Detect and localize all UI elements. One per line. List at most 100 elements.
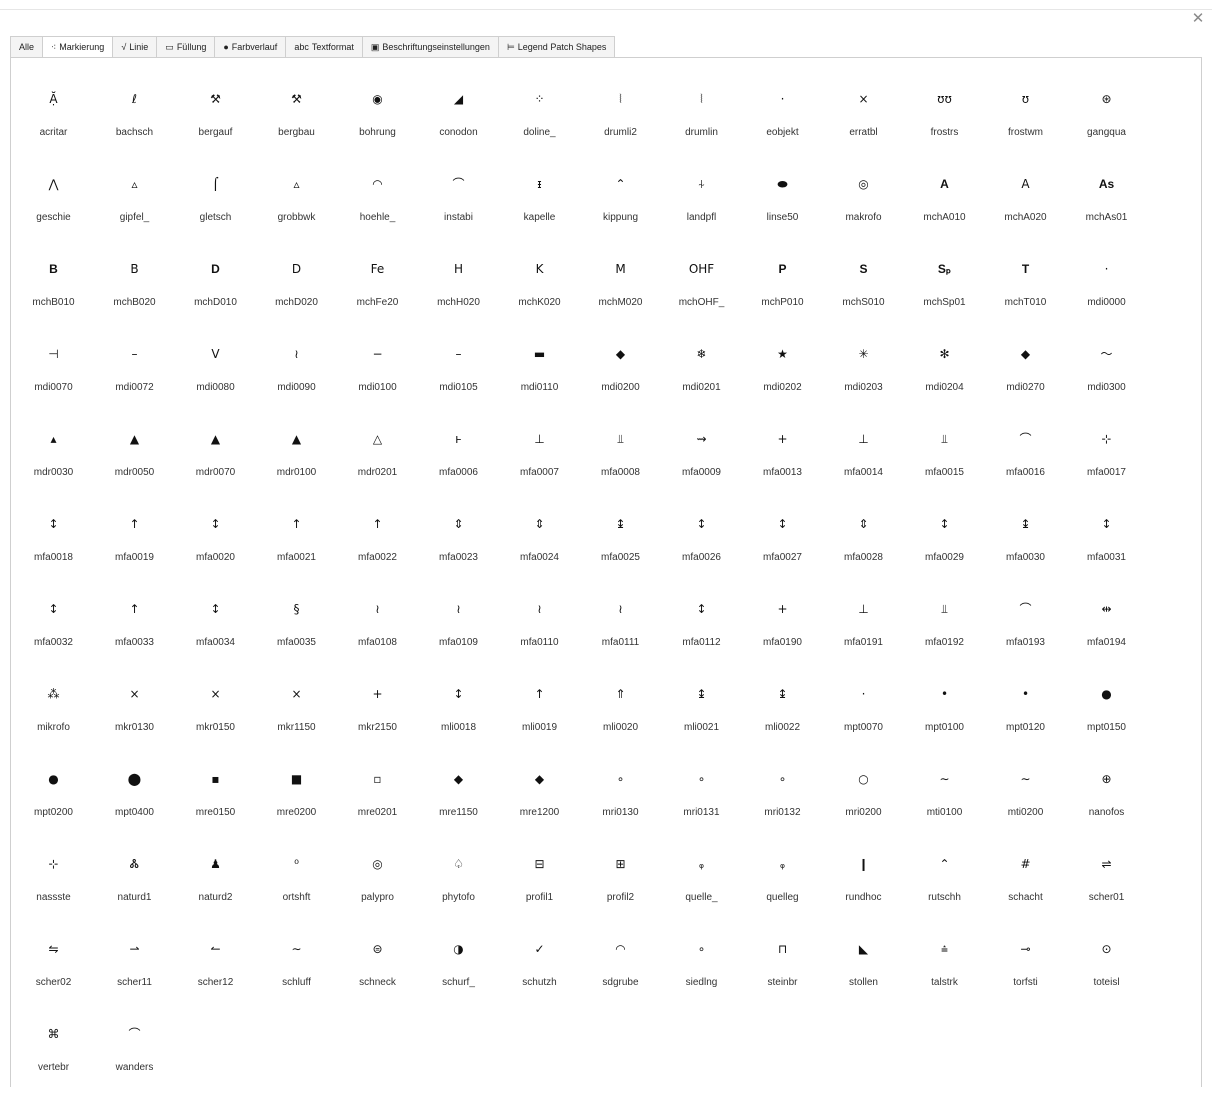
symbol-item[interactable]: ⱶ mfa0006 (418, 418, 499, 503)
symbol-item[interactable]: + mfa0013 (742, 418, 823, 503)
symbol-item[interactable]: • mpt0100 (904, 673, 985, 758)
symbol-item[interactable]: ↕ mfa0029 (904, 503, 985, 588)
symbol-item[interactable]: DmchD020 (256, 248, 337, 333)
symbol-item[interactable]: ᵻ kapelle (499, 163, 580, 248)
symbol-item[interactable]: OHF mchOHF_ (661, 248, 742, 333)
symbol-item[interactable]: ▲ mdr0050 (94, 418, 175, 503)
symbol-item[interactable]: ⇀ scher11 (94, 928, 175, 1013)
symbol-item[interactable]: TmchT010 (985, 248, 1066, 333)
tab-linie[interactable]: √ Linie (112, 36, 157, 58)
symbol-item[interactable]: ∘ mri0131 (661, 758, 742, 843)
symbol-item[interactable]: ⌒ mfa0193 (985, 588, 1066, 673)
symbol-item[interactable]: ◢ conodon (418, 78, 499, 163)
symbol-item[interactable]: ʊ frostwm (985, 78, 1066, 163)
symbol-item[interactable]: ▬ mdi0110 (499, 333, 580, 418)
tab-farbverlauf[interactable]: ● Farbverlauf (214, 36, 286, 58)
symbol-item[interactable]: ○ mri0200 (823, 758, 904, 843)
symbol-item[interactable]: ↕ mfa0026 (661, 503, 742, 588)
symbol-item[interactable]: # schacht (985, 843, 1066, 928)
tab-legend-patch-shapes[interactable]: ⊨ Legend Patch Shapes (497, 36, 616, 58)
symbol-item[interactable]: ↼ scher12 (175, 928, 256, 1013)
symbol-item[interactable]: − mdi0100 (337, 333, 418, 418)
symbol-item[interactable]: ⊹ mfa0017 (1066, 418, 1147, 503)
symbol-item[interactable]: ↕ mfa0032 (13, 588, 94, 673)
symbol-item[interactable]: ↕ mfa0020 (175, 503, 256, 588)
symbol-item[interactable]: ⌒ mfa0016 (985, 418, 1066, 503)
symbol-item[interactable]: ◆ mdi0270 (985, 333, 1066, 418)
symbol-item[interactable]: ▵ grobbwk (256, 163, 337, 248)
symbol-item[interactable]: ⦚ drumlin (661, 78, 742, 163)
symbol-item[interactable]: ⦚ drumli2 (580, 78, 661, 163)
symbol-item[interactable]: ↑ mfa0021 (256, 503, 337, 588)
symbol-item[interactable]: ◣ stollen (823, 928, 904, 1013)
symbol-item[interactable]: AmchA020 (985, 163, 1066, 248)
symbol-item[interactable]: ⚒ bergauf (175, 78, 256, 163)
symbol-item[interactable]: ⌃ kippung (580, 163, 661, 248)
symbol-item[interactable]: ⊞ profil2 (580, 843, 661, 928)
symbol-item[interactable]: ⬬ linse50 (742, 163, 823, 248)
symbol-item[interactable]: ⌠ gletsch (175, 163, 256, 248)
symbol-item[interactable]: ⚒ bergbau (256, 78, 337, 163)
symbol-item[interactable]: ⁂ mikrofo (13, 673, 94, 758)
tab-markierung[interactable]: ⁖ Markierung (42, 36, 113, 58)
symbol-item[interactable]: ⊸ torfsti (985, 928, 1066, 1013)
symbol-item[interactable]: · eobjekt (742, 78, 823, 163)
tab-alle[interactable]: Alle (10, 36, 43, 58)
symbol-item[interactable]: × erratbl (823, 78, 904, 163)
symbol-item[interactable]: ■ mre0200 (256, 758, 337, 843)
symbol-item[interactable]: Sₚ mchSp01 (904, 248, 985, 333)
symbol-item[interactable]: ↕ mfa0031 (1066, 503, 1147, 588)
symbol-item[interactable]: BmchB010 (13, 248, 94, 333)
symbol-item[interactable]: ↕ mfa0034 (175, 588, 256, 673)
symbol-item[interactable]: ⊜ schneck (337, 928, 418, 1013)
symbol-item[interactable]: – mdi0105 (418, 333, 499, 418)
symbol-item[interactable]: × mkr1150 (256, 673, 337, 758)
symbol-item[interactable]: ⁘ doline_ (499, 78, 580, 163)
symbol-item[interactable]: ↨ mfa0030 (985, 503, 1066, 588)
symbol-item[interactable]: As mchAs01 (1066, 163, 1147, 248)
symbol-item[interactable]: ▲ mdr0070 (175, 418, 256, 503)
symbol-item[interactable]: ⇹ mfa0194 (1066, 588, 1147, 673)
symbol-item[interactable]: Ꮬnaturd1 (94, 843, 175, 928)
symbol-item[interactable]: ≀ mfa0111 (580, 588, 661, 673)
symbol-item[interactable]: △ mdr0201 (337, 418, 418, 503)
symbol-item[interactable]: ⇝ mfa0009 (661, 418, 742, 503)
symbol-item[interactable]: ∘ mri0132 (742, 758, 823, 843)
symbol-item[interactable]: · mpt0070 (823, 673, 904, 758)
symbol-item[interactable]: ◎ makrofo (823, 163, 904, 248)
symbol-item[interactable]: ↨ mfa0025 (580, 503, 661, 588)
symbol-item[interactable]: ▪ mre0150 (175, 758, 256, 843)
symbol-item[interactable]: ⫫ mfa0008 (580, 418, 661, 503)
symbol-item[interactable]: BmchB020 (94, 248, 175, 333)
symbol-item[interactable]: ⇕ mfa0023 (418, 503, 499, 588)
symbol-item[interactable]: ↑ mfa0019 (94, 503, 175, 588)
symbol-item[interactable]: ↕ mfa0018 (13, 503, 94, 588)
symbol-item[interactable]: Ặacritar (13, 78, 94, 163)
symbol-item[interactable]: ⊥ mfa0014 (823, 418, 904, 503)
tab-beschriftungseinstellungen[interactable]: ▣ Beschriftungseinstellungen (361, 36, 498, 58)
symbol-item[interactable]: ⇕ mfa0024 (499, 503, 580, 588)
symbol-item[interactable]: ↑ mfa0022 (337, 503, 418, 588)
symbol-item[interactable]: ∘ mri0130 (580, 758, 661, 843)
symbol-item[interactable]: ⊥ mfa0007 (499, 418, 580, 503)
symbol-item[interactable]: ▲ mdr0100 (256, 418, 337, 503)
symbol-item[interactable]: ≀ mfa0108 (337, 588, 418, 673)
tab-füllung[interactable]: ▭ Füllung (156, 36, 215, 58)
symbol-item[interactable]: – mdi0072 (94, 333, 175, 418)
symbol-item[interactable]: ✳ mdi0203 (823, 333, 904, 418)
symbol-item[interactable]: ∼ mti0200 (985, 758, 1066, 843)
symbol-item[interactable]: ⊙ toteisl (1066, 928, 1147, 1013)
symbol-item[interactable]: ◠ sdgrube (580, 928, 661, 1013)
symbol-item[interactable]: ▫ mre0201 (337, 758, 418, 843)
symbol-item[interactable]: ≀ mfa0110 (499, 588, 580, 673)
symbol-item[interactable]: ▵ gipfel_ (94, 163, 175, 248)
symbol-item[interactable]: ⇑ mli0020 (580, 673, 661, 758)
symbol-item[interactable]: ⫫ mfa0192 (904, 588, 985, 673)
symbol-item[interactable]: ʊʊ frostrs (904, 78, 985, 163)
symbol-item[interactable]: ⊛ gangqua (1066, 78, 1147, 163)
symbol-item[interactable]: ↑ mli0019 (499, 673, 580, 758)
symbol-item[interactable]: ⊥ mfa0191 (823, 588, 904, 673)
symbol-item[interactable]: + mfa0190 (742, 588, 823, 673)
symbol-item[interactable]: ⌃ rutschh (904, 843, 985, 928)
symbol-item[interactable]: ⊣ mdi0070 (13, 333, 94, 418)
